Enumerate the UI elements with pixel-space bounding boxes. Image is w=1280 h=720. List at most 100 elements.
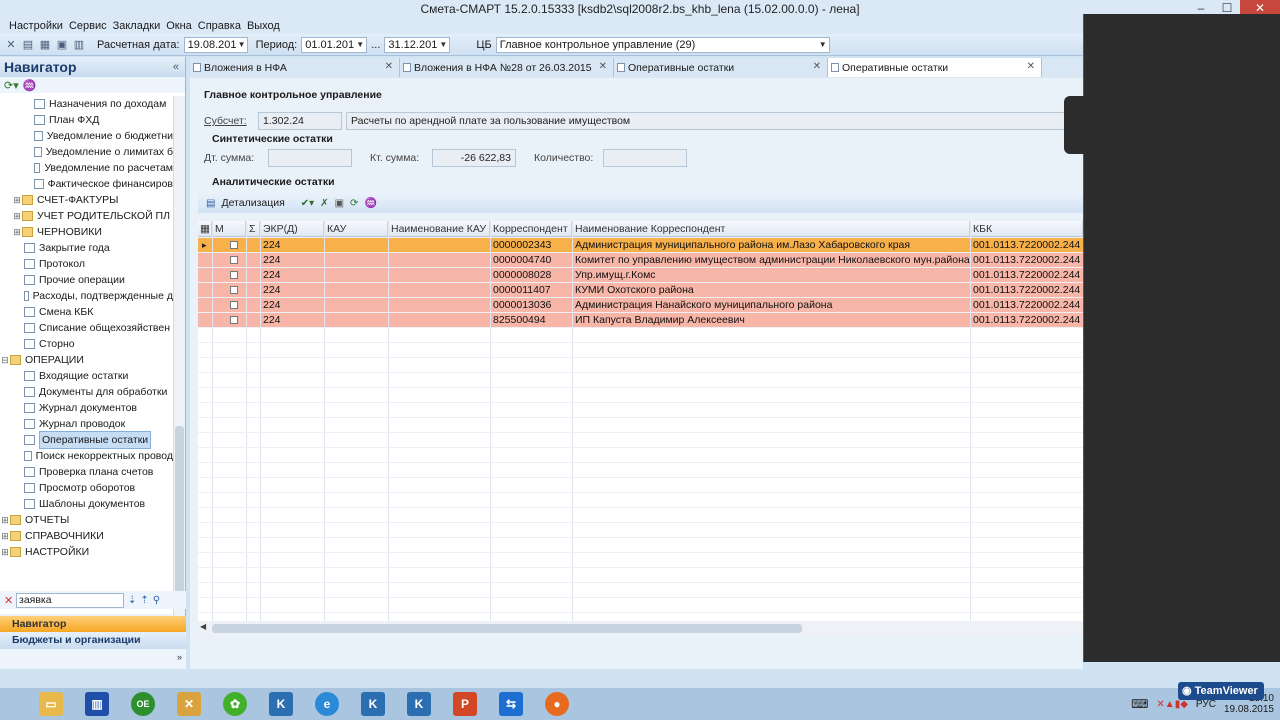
menu-item-bookmarks[interactable]: Закладки [110, 18, 164, 34]
scroll-thumb[interactable] [212, 624, 802, 633]
taskbar-tools-icon[interactable]: ✕ [166, 689, 212, 719]
table-row[interactable]: 224 0000004740 Комитет по управлению имуще… [198, 253, 1083, 268]
tab-nfa-investments-28[interactable]: Вложения в НФА №28 от 26.03.2015 ✕ [400, 58, 614, 77]
cell-corr[interactable]: 825500494 [490, 313, 572, 328]
cell-kau[interactable] [324, 313, 388, 328]
search-icon[interactable]: ⚲ [153, 595, 160, 606]
menu-item-help[interactable]: Справка [195, 18, 244, 34]
cell-corr-name[interactable]: Комитет по управлению имуществом админис… [572, 253, 970, 268]
taskbar-smeta-3-icon[interactable]: K [396, 689, 442, 719]
cell-kbk[interactable]: 001.0113.7220002.244 [970, 268, 1083, 283]
taskbar-smeta-icon[interactable]: K [258, 689, 304, 719]
copy-icon[interactable]: ▦ [38, 38, 52, 52]
cell-corr-name[interactable]: ИП Капуста Владимир Алексеевич [572, 313, 970, 328]
tab-operative-balances-active[interactable]: Оперативные остатки ✕ [828, 58, 1042, 77]
tree-item[interactable]: Поиск некорректных провод [0, 448, 173, 464]
col-header-kau-name[interactable]: Наименование КАУ [388, 221, 490, 237]
properties-icon[interactable]: ▤ [21, 38, 35, 52]
menu-item-service[interactable]: Сервис [66, 18, 110, 34]
scroll-thumb[interactable] [175, 426, 184, 596]
period-from-field[interactable]: 01.01.201 ▼ [301, 36, 368, 53]
panel-switch-navigator[interactable]: Навигатор [0, 616, 186, 632]
col-header-kbk[interactable]: КБК [970, 221, 1083, 237]
cell-ekr[interactable]: 224 [260, 238, 324, 253]
expand-icon[interactable]: ⊞ [12, 224, 22, 240]
row-checkbox[interactable] [230, 271, 238, 279]
tree-item[interactable]: Назначения по доходам [0, 96, 173, 112]
row-checkbox[interactable] [230, 286, 238, 294]
tab-operative-balances[interactable]: Оперативные остатки ✕ [614, 58, 828, 77]
cell-corr[interactable]: 0000013036 [490, 298, 572, 313]
taskbar-teamviewer-icon[interactable]: ⇆ [488, 689, 534, 719]
row-checkbox[interactable] [230, 301, 238, 309]
uncheck-icon[interactable]: ✗ [320, 198, 328, 209]
tree-item-folder[interactable]: ⊟ ОПЕРАЦИИ [0, 352, 173, 368]
table-row[interactable]: 224 0000011407 КУМИ Охотского района 001.01… [198, 283, 1083, 298]
tree-item[interactable]: Входящие остатки [0, 368, 173, 384]
close-tab-icon[interactable]: ✕ [813, 61, 821, 72]
tree-item-folder[interactable]: ⊞ ЧЕРНОВИКИ [0, 224, 173, 240]
row-checkbox[interactable] [230, 241, 238, 249]
cell-kau-name[interactable] [388, 253, 490, 268]
cell-corr[interactable]: 0000008028 [490, 268, 572, 283]
teamviewer-badge[interactable]: ◉ TeamViewer [1178, 682, 1264, 700]
cell-kau-name[interactable] [388, 283, 490, 298]
menu-item-settings[interactable]: Настройки [6, 18, 66, 34]
cell-ekr[interactable]: 224 [260, 283, 324, 298]
navigator-vscrollbar[interactable] [173, 96, 185, 631]
refresh-icon[interactable]: ⟳▾ [4, 79, 19, 92]
tree-item[interactable]: Протокол [0, 256, 173, 272]
expand-icon[interactable]: ⊞ [0, 528, 10, 544]
cell-kau[interactable] [324, 298, 388, 313]
cell-kau[interactable] [324, 268, 388, 283]
cell-kbk[interactable]: 001.0113.7220002.244 [970, 238, 1083, 253]
panel-handle[interactable] [1064, 96, 1094, 154]
print-icon[interactable]: ▣ [335, 198, 344, 209]
expand-icon[interactable]: ⊞ [0, 544, 10, 560]
table-row[interactable]: 224 0000013036 Администрация Нанайского му… [198, 298, 1083, 313]
tree-item[interactable]: Уведомление по расчетам [0, 160, 173, 176]
language-indicator[interactable]: РУС [1196, 699, 1216, 710]
check-icon[interactable]: ✔▾ [301, 198, 314, 209]
col-header-kau[interactable]: КАУ [324, 221, 388, 237]
subaccount-label[interactable]: Субсчет: [204, 115, 247, 127]
cell-kau[interactable] [324, 283, 388, 298]
taskbar-far-manager-icon[interactable]: ▥ [74, 689, 120, 719]
taskbar-smeta-2-icon[interactable]: K [350, 689, 396, 719]
cell-kau-name[interactable] [388, 298, 490, 313]
chevron-down-icon[interactable]: » [177, 652, 182, 662]
col-header-ekr[interactable]: ЭКР(Д) [260, 221, 324, 237]
cell-ekr[interactable]: 224 [260, 298, 324, 313]
panel-switch-budgets[interactable]: Бюджеты и организации [0, 632, 186, 649]
row-checkbox[interactable] [230, 316, 238, 324]
cell-ekr[interactable]: 224 [260, 313, 324, 328]
menu-item-exit[interactable]: Выход [244, 18, 283, 34]
tree-item-folder[interactable]: ⊞ СПРАВОЧНИКИ [0, 528, 173, 544]
scroll-left-icon[interactable]: ◀ [200, 622, 206, 631]
tray-icons[interactable]: ✕▲▮◆ [1156, 699, 1187, 710]
keyboard-icon[interactable]: ⌨ [1131, 697, 1148, 711]
cell-kbk[interactable]: 001.0113.7220002.244 [970, 298, 1083, 313]
cell-corr[interactable]: 0000011407 [490, 283, 572, 298]
period-to-field[interactable]: 31.12.201 ▼ [384, 36, 451, 53]
tree-item[interactable]: Просмотр оборотов [0, 480, 173, 496]
tree-item[interactable]: Закрытие года [0, 240, 173, 256]
cb-select[interactable]: Главное контрольное управление (29) ▼ [495, 36, 830, 53]
tree-item[interactable]: Списание общехозяйствен [0, 320, 173, 336]
tree-item[interactable]: Документы для обработки [0, 384, 173, 400]
taskbar-powerpoint-icon[interactable]: P [442, 689, 488, 719]
cell-kau-name[interactable] [388, 238, 490, 253]
tree-item[interactable]: Сторно [0, 336, 173, 352]
tab-nfa-investments[interactable]: Вложения в НФА ✕ [190, 58, 400, 77]
tree-item[interactable]: Уведомление о бюджетни [0, 128, 173, 144]
expand-icon[interactable]: ⊞ [0, 512, 10, 528]
col-header-mark[interactable]: М [212, 221, 246, 237]
cell-corr[interactable]: 0000004740 [490, 253, 572, 268]
search-input[interactable]: заявка [16, 592, 124, 608]
row-checkbox[interactable] [230, 256, 238, 264]
tree-item[interactable]: Смена КБК [0, 304, 173, 320]
tools-icon[interactable]: ✕ [4, 38, 18, 52]
calculator-icon[interactable]: ▥ [72, 38, 86, 52]
find-next-icon[interactable]: ⇣ [128, 595, 136, 606]
cell-corr-name[interactable]: Администрация Нанайского муниципального … [572, 298, 970, 313]
